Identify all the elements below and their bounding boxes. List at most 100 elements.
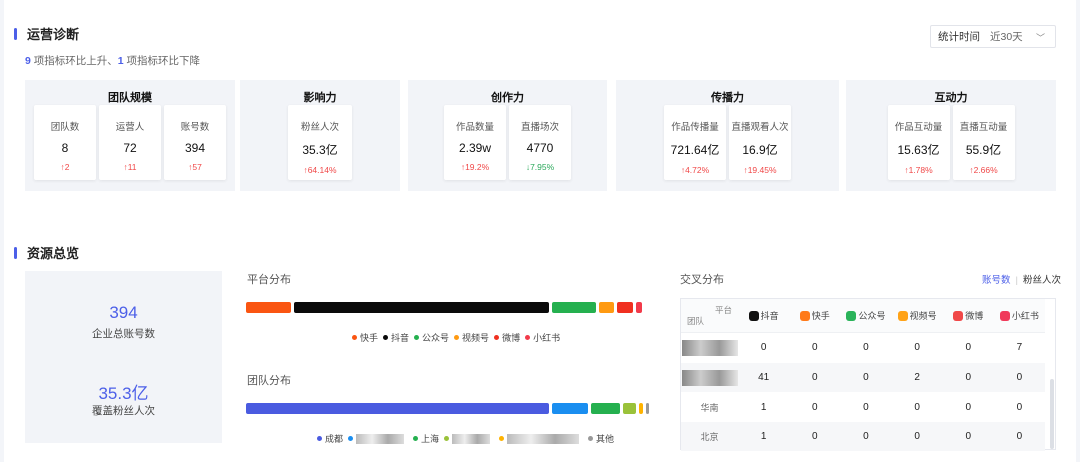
legend-item[interactable]: 其他 <box>588 432 614 445</box>
distribution-segment[interactable] <box>636 302 642 313</box>
redacted-team-name <box>681 339 738 356</box>
metric-cards: 团队数 8 ↑2 运营人 72 ↑11 账号数 394 ↑57 <box>25 105 235 180</box>
metric-change-value: 1.78% <box>908 165 933 175</box>
table-cell: 0 <box>760 342 767 353</box>
table-cell: 0 <box>914 342 920 353</box>
legend-item[interactable]: 视频号 <box>454 331 489 344</box>
legend-item[interactable]: 小红书 <box>525 331 560 344</box>
table-cell: 1 <box>760 402 767 413</box>
legend-item[interactable]: 微博 <box>494 331 520 344</box>
legend-label: 小红书 <box>533 333 561 343</box>
legend-item[interactable]: 成都 <box>317 432 343 445</box>
distribution-segment[interactable] <box>639 403 643 414</box>
distribution-segment[interactable] <box>617 302 633 313</box>
distribution-segment[interactable] <box>294 302 549 313</box>
metric-label: 账号数 <box>180 122 210 133</box>
table-row: 华南 1 0 0 0 0 0 <box>681 393 1045 422</box>
metric-group: 影响力 粉丝人次 35.3亿 ↑64.14% <box>240 80 400 191</box>
metric-change-value: 2 <box>64 162 70 172</box>
metric-card: 运营人 72 ↑11 <box>99 105 161 180</box>
resource-stats: 394 企业总账号数 35.3亿 覆盖粉丝人次 <box>25 271 222 443</box>
cross-dist-title: 交叉分布 <box>680 274 724 286</box>
table-cell: 0 <box>1016 431 1023 442</box>
metric-change: ↑19.2% <box>444 162 506 172</box>
table-cell: 0 <box>1016 402 1023 413</box>
table-cell: 0 <box>965 342 972 353</box>
legend-item[interactable]: 上海 <box>413 432 439 445</box>
section-title-resources: 资源总览 <box>14 243 79 262</box>
metric-group: 团队规模 团队数 8 ↑2 运营人 72 ↑11 账号数 394 ↑57 <box>25 80 235 191</box>
corner-platform: 平台 <box>715 304 733 315</box>
douyin-icon <box>748 310 759 321</box>
legend-label: 微博 <box>502 333 521 343</box>
diagnosis-summary: 9 项指标环比上升、1 项指标环比下降 <box>25 53 200 68</box>
platform-legend: 快手 抖音 公众号 视频号 微博 小红书 <box>352 331 565 344</box>
metric-label: 运营人 <box>115 122 145 133</box>
legend-dot <box>383 335 389 340</box>
metric-change-value: 11 <box>127 162 137 172</box>
row-team: 北京 <box>700 432 719 442</box>
metric-card: 直播观看人次 16.9亿 ↑19.45% <box>729 105 791 180</box>
chevron-down-icon: ﹀ <box>1035 33 1045 43</box>
metric-group-title: 传播力 <box>711 92 744 104</box>
legend-item[interactable] <box>348 433 408 444</box>
table-cell: 0 <box>863 342 869 353</box>
legend-item[interactable]: 公众号 <box>414 331 449 344</box>
column-header: 小红书 <box>994 309 1045 322</box>
metric-value: 394 <box>184 141 206 155</box>
row-team <box>681 369 738 386</box>
legend-dot <box>352 335 357 340</box>
legend-item[interactable]: 抖音 <box>383 331 409 344</box>
metric-value: 35.3亿 <box>302 143 338 157</box>
distribution-segment[interactable] <box>552 403 588 414</box>
distribution-segment[interactable] <box>646 403 649 414</box>
corner-team: 团队 <box>687 315 705 326</box>
time-range-label: 统计时间 <box>938 31 980 43</box>
metric-group-title: 团队规模 <box>108 92 152 104</box>
metric-change: ↑19.45% <box>729 165 791 175</box>
distribution-segment[interactable] <box>599 302 614 313</box>
metric-value: 721.64亿 <box>670 143 720 157</box>
metric-card: 粉丝人次 35.3亿 ↑64.14% <box>288 105 352 180</box>
team-dist-title: 团队分布 <box>247 375 291 387</box>
table-cell: 0 <box>1016 372 1023 383</box>
table-scrollbar[interactable] <box>1050 379 1054 449</box>
legend-item[interactable]: 快手 <box>352 331 378 344</box>
distribution-segment[interactable] <box>246 403 549 414</box>
distribution-segment[interactable] <box>623 403 636 414</box>
table-cell: 0 <box>812 342 818 353</box>
legend-dot <box>494 335 500 340</box>
legend-dot <box>317 436 322 441</box>
toggle-accounts[interactable]: 账号数 <box>982 275 1011 286</box>
column-header: 抖音 <box>738 309 789 322</box>
table-cell: 0 <box>863 402 869 413</box>
table-cell: 1 <box>760 431 767 442</box>
column-header: 微博 <box>943 309 994 322</box>
table-row: 北京 1 0 0 0 0 0 <box>681 422 1045 451</box>
metric-change: ↑2 <box>34 162 96 172</box>
metric-label: 作品数量 <box>455 122 494 133</box>
distribution-segment[interactable] <box>552 302 596 313</box>
legend-label: 上海 <box>421 434 440 444</box>
metric-value: 8 <box>61 141 69 155</box>
legend-item[interactable] <box>499 433 583 444</box>
distribution-segment[interactable] <box>591 403 620 414</box>
time-range-select[interactable]: 统计时间 近30天 ﹀ <box>930 25 1056 48</box>
metric-change: ↑2.66% <box>953 165 1015 175</box>
metric-change-value: 19.45% <box>747 165 777 175</box>
toggle-fans[interactable]: 粉丝人次 <box>1023 275 1061 286</box>
team-dist-bar <box>246 403 653 414</box>
legend-item[interactable] <box>444 433 494 444</box>
total-fans-value: 35.3亿 <box>98 384 149 403</box>
distribution-segment[interactable] <box>246 302 291 313</box>
up-text: 项指标环比上升、 <box>30 55 118 67</box>
metric-card: 直播互动量 55.9亿 ↑2.66% <box>952 105 1015 180</box>
metric-label: 直播观看人次 <box>731 122 789 133</box>
table-cell: 0 <box>812 402 818 413</box>
metric-group: 互动力 作品互动量 15.63亿 ↑1.78% 直播互动量 55.9亿 ↑2.66% <box>846 80 1056 191</box>
metric-change-value: 64.14% <box>307 165 337 175</box>
metric-change: ↑1.78% <box>888 165 950 175</box>
metric-card: 团队数 8 ↑2 <box>34 105 96 180</box>
column-header-label: 快手 <box>811 311 830 321</box>
legend-label: 快手 <box>360 333 379 343</box>
